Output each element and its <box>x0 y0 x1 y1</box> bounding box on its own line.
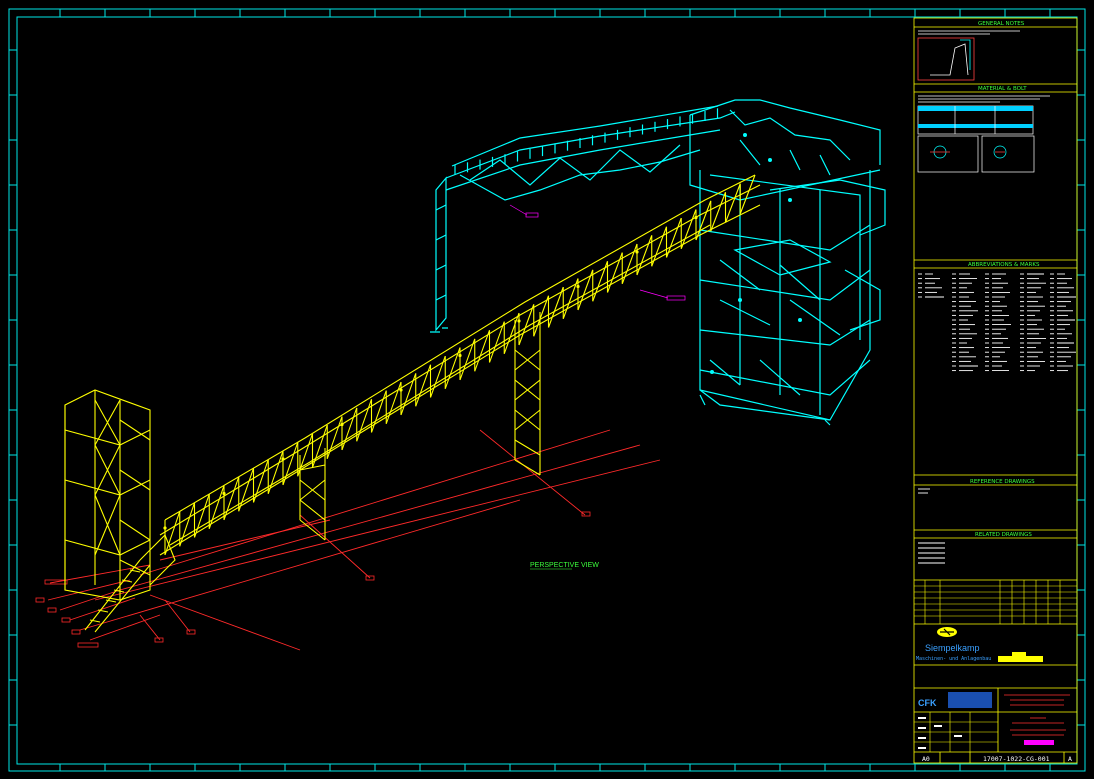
dimension-tags <box>35 511 591 648</box>
truss-node <box>163 526 167 530</box>
company-stamp <box>998 656 1043 662</box>
general-notes-detail <box>917 30 1020 81</box>
material-bolt-detail <box>917 95 1050 173</box>
drawing-sheet: PERSPECTIVE VIEW GENERAL NOTES MATERIAL … <box>8 8 1086 772</box>
reference-drawings-title: REFERENCE DRAWINGS <box>970 479 1035 485</box>
truss-node <box>281 457 285 461</box>
revision-table <box>914 580 1077 624</box>
drawing-title-text <box>1010 717 1066 745</box>
contractor-text <box>1004 694 1070 706</box>
company-subtitle: Maschinen- und Anlagenbau <box>916 656 991 662</box>
foundation-lines <box>47 429 661 651</box>
truss-node <box>399 388 403 392</box>
drawing-number: 17007-1022-CG-001 <box>983 755 1050 763</box>
related-drawings-title: RELATED DRAWINGS <box>975 532 1032 538</box>
truss-node <box>222 491 226 496</box>
truss-node <box>458 353 462 358</box>
sheet-size: A0 <box>922 755 930 763</box>
revision-letter: A <box>1068 755 1072 763</box>
conveyor-gallery <box>64 174 761 633</box>
truss-node <box>340 422 344 427</box>
truss-node <box>576 284 580 289</box>
material-bolt-title: MATERIAL & BOLT <box>978 86 1027 92</box>
abbreviation-list <box>918 273 1076 372</box>
cyan-structure-dots <box>710 133 802 374</box>
approval-grid <box>914 712 998 752</box>
leader-tags <box>509 204 686 301</box>
general-notes-title: GENERAL NOTES <box>978 21 1025 27</box>
related-entries <box>918 542 945 564</box>
contractor-logo: CFK <box>918 698 937 708</box>
truss-node <box>694 215 698 220</box>
company-name: Siempelkamp <box>925 643 980 653</box>
reference-entries <box>918 488 930 494</box>
view-label: PERSPECTIVE VIEW <box>530 562 599 569</box>
abbreviations-title: ABBREVIATIONS & MARKS <box>968 262 1040 268</box>
company-logo <box>937 627 957 637</box>
truss-node <box>635 250 639 254</box>
truss-node <box>517 319 521 323</box>
cyan-structure <box>430 99 886 426</box>
